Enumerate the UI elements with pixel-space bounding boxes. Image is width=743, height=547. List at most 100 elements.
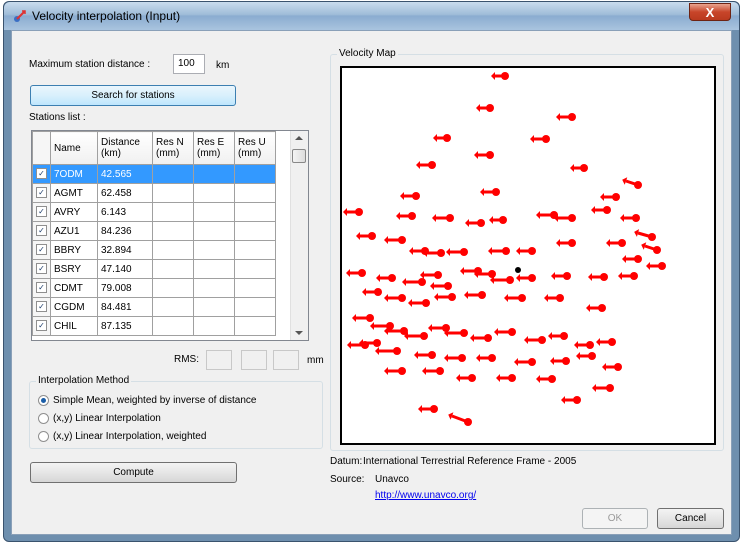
velocity-map[interactable] xyxy=(340,66,716,445)
distance-cell[interactable]: 87.135 xyxy=(97,316,153,336)
res-e-cell[interactable] xyxy=(193,316,235,336)
source-link[interactable]: http://www.unavco.org/ xyxy=(375,490,476,501)
res-u-cell[interactable] xyxy=(234,297,276,317)
table-row[interactable]: ✓ BBRY 32.894 xyxy=(32,240,276,260)
table-row[interactable]: ✓ CHIL 87.135 xyxy=(32,316,276,336)
station-name-cell[interactable]: CDMT xyxy=(50,278,98,298)
res-u-cell[interactable] xyxy=(234,240,276,260)
distance-cell[interactable]: 62.458 xyxy=(97,183,153,203)
res-e-cell[interactable] xyxy=(193,202,235,222)
row-checkbox[interactable]: ✓ xyxy=(36,301,47,313)
row-checkbox[interactable]: ✓ xyxy=(36,187,47,199)
res-n-cell[interactable] xyxy=(152,278,194,298)
res-u-cell[interactable] xyxy=(234,202,276,222)
station-name-cell[interactable]: CGDM xyxy=(50,297,98,317)
ok-button[interactable]: OK xyxy=(582,508,648,529)
res-e-cell[interactable] xyxy=(193,240,235,260)
station-name-cell[interactable]: BSRY xyxy=(50,259,98,279)
row-checkbox[interactable]: ✓ xyxy=(36,282,47,294)
col-header-name[interactable]: Name xyxy=(50,131,98,165)
stations-grid[interactable]: Name Distance (km) Res N (mm) Res E (mm) Re… xyxy=(31,130,309,341)
row-checkbox[interactable]: ✓ xyxy=(36,244,47,256)
row-checkbox[interactable]: ✓ xyxy=(36,206,47,218)
table-row[interactable]: ✓ CGDM 84.481 xyxy=(32,297,276,317)
row-checkbox[interactable]: ✓ xyxy=(36,263,47,275)
radio-simple-mean-label[interactable]: Simple Mean, weighted by inverse of dist… xyxy=(53,395,256,406)
row-checkbox-cell[interactable]: ✓ xyxy=(32,240,51,260)
table-row[interactable]: ✓ AVRY 6.143 xyxy=(32,202,276,222)
station-name-cell[interactable]: 7ODM xyxy=(50,164,98,184)
scroll-thumb[interactable] xyxy=(292,149,306,163)
col-header-res-u[interactable]: Res U (mm) xyxy=(234,131,276,165)
radio-linear-weighted[interactable] xyxy=(38,431,49,442)
distance-cell[interactable]: 84.236 xyxy=(97,221,153,241)
radio-linear-weighted-label[interactable]: (x,y) Linear Interpolation, weighted xyxy=(53,431,206,442)
res-e-cell[interactable] xyxy=(193,221,235,241)
res-n-cell[interactable] xyxy=(152,240,194,260)
station-name-cell[interactable]: CHIL xyxy=(50,316,98,336)
title-bar[interactable]: Velocity interpolation (Input) X xyxy=(4,2,739,30)
scroll-up-icon[interactable] xyxy=(295,135,303,141)
cancel-button[interactable]: Cancel xyxy=(657,508,724,529)
distance-cell[interactable]: 32.894 xyxy=(97,240,153,260)
distance-cell[interactable]: 79.008 xyxy=(97,278,153,298)
res-n-cell[interactable] xyxy=(152,164,194,184)
row-checkbox[interactable]: ✓ xyxy=(36,225,47,237)
res-e-cell[interactable] xyxy=(193,183,235,203)
table-row[interactable]: ✓ CDMT 79.008 xyxy=(32,278,276,298)
scroll-down-icon[interactable] xyxy=(295,330,303,336)
max-distance-input[interactable]: 100 xyxy=(173,54,205,74)
row-checkbox-cell[interactable]: ✓ xyxy=(32,164,51,184)
station-name-cell[interactable]: BBRY xyxy=(50,240,98,260)
res-e-cell[interactable] xyxy=(193,278,235,298)
radio-linear[interactable] xyxy=(38,413,49,424)
res-u-cell[interactable] xyxy=(234,278,276,298)
distance-cell[interactable]: 47.140 xyxy=(97,259,153,279)
res-n-cell[interactable] xyxy=(152,316,194,336)
radio-simple-mean[interactable] xyxy=(38,395,49,406)
res-u-cell[interactable] xyxy=(234,221,276,241)
table-row[interactable]: ✓ BSRY 47.140 xyxy=(32,259,276,279)
col-header-res-e[interactable]: Res E (mm) xyxy=(193,131,235,165)
row-checkbox-cell[interactable]: ✓ xyxy=(32,316,51,336)
compute-button[interactable]: Compute xyxy=(30,462,237,483)
row-checkbox[interactable]: ✓ xyxy=(36,168,47,180)
res-e-cell[interactable] xyxy=(193,297,235,317)
velocity-arrow-head xyxy=(444,354,448,362)
res-n-cell[interactable] xyxy=(152,297,194,317)
row-checkbox-cell[interactable]: ✓ xyxy=(32,221,51,241)
res-e-cell[interactable] xyxy=(193,164,235,184)
row-checkbox-cell[interactable]: ✓ xyxy=(32,278,51,298)
res-u-cell[interactable] xyxy=(234,259,276,279)
interpolation-method-title: Interpolation Method xyxy=(36,375,132,386)
radio-linear-label[interactable]: (x,y) Linear Interpolation xyxy=(53,413,161,424)
velocity-arrow-head xyxy=(544,294,548,302)
distance-cell[interactable]: 42.565 xyxy=(97,164,153,184)
station-name-cell[interactable]: AZU1 xyxy=(50,221,98,241)
distance-cell[interactable]: 84.481 xyxy=(97,297,153,317)
row-checkbox-cell[interactable]: ✓ xyxy=(32,297,51,317)
res-n-cell[interactable] xyxy=(152,221,194,241)
search-stations-button[interactable]: Search for stations xyxy=(30,85,236,106)
distance-cell[interactable]: 6.143 xyxy=(97,202,153,222)
res-u-cell[interactable] xyxy=(234,316,276,336)
res-n-cell[interactable] xyxy=(152,202,194,222)
res-n-cell[interactable] xyxy=(152,259,194,279)
res-u-cell[interactable] xyxy=(234,183,276,203)
row-checkbox-cell[interactable]: ✓ xyxy=(32,202,51,222)
close-button[interactable]: X xyxy=(689,3,731,21)
row-checkbox-cell[interactable]: ✓ xyxy=(32,259,51,279)
stations-scrollbar[interactable] xyxy=(290,131,308,340)
station-name-cell[interactable]: AGMT xyxy=(50,183,98,203)
station-name-cell[interactable]: AVRY xyxy=(50,202,98,222)
col-header-res-n[interactable]: Res N (mm) xyxy=(152,131,194,165)
res-u-cell[interactable] xyxy=(234,164,276,184)
res-n-cell[interactable] xyxy=(152,183,194,203)
col-header-distance[interactable]: Distance (km) xyxy=(97,131,153,165)
table-row[interactable]: ✓ AGMT 62.458 xyxy=(32,183,276,203)
table-row[interactable]: ✓ AZU1 84.236 xyxy=(32,221,276,241)
row-checkbox-cell[interactable]: ✓ xyxy=(32,183,51,203)
row-checkbox[interactable]: ✓ xyxy=(36,320,47,332)
table-row[interactable]: ✓ 7ODM 42.565 xyxy=(32,164,276,184)
res-e-cell[interactable] xyxy=(193,259,235,279)
